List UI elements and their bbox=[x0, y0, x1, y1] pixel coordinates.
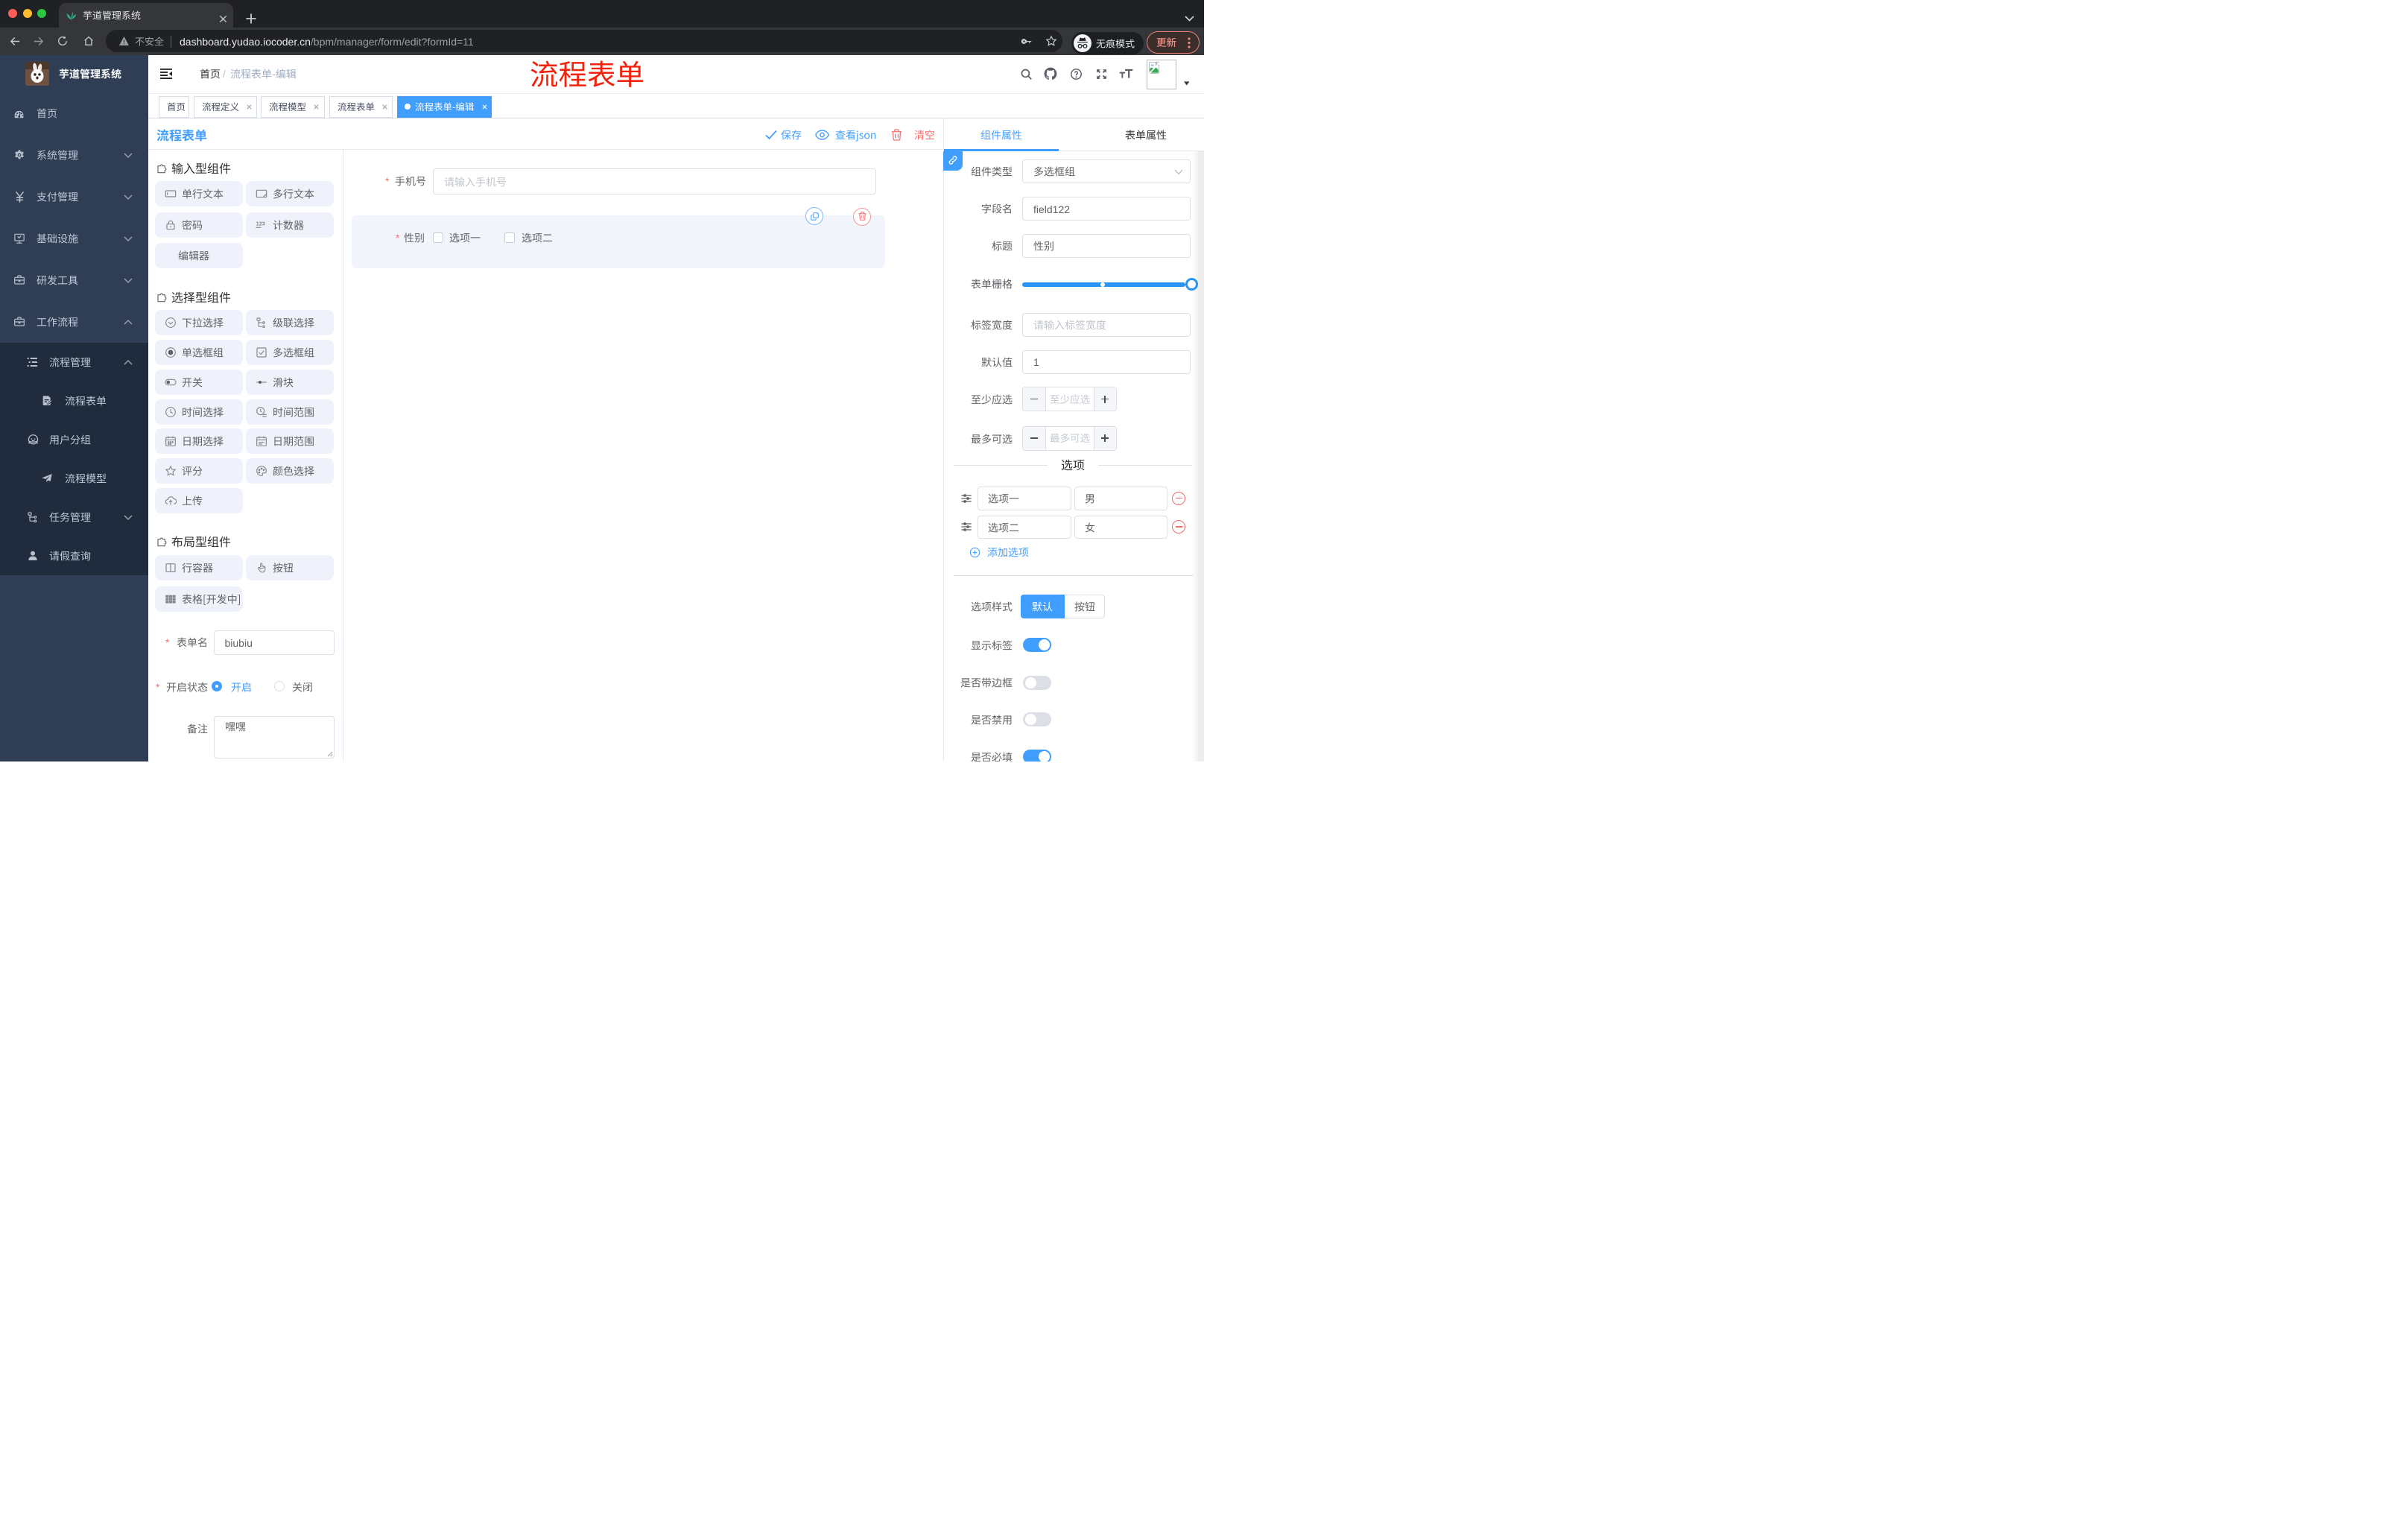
svg-text:123: 123 bbox=[256, 220, 265, 227]
